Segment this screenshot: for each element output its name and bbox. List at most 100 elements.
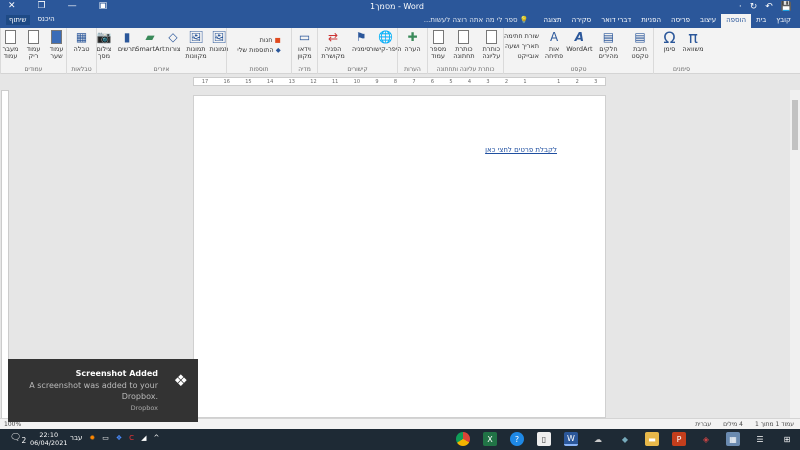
powerpoint-icon[interactable]: P bbox=[672, 432, 686, 446]
video-icon: ▭ bbox=[298, 29, 311, 44]
store-button[interactable]: ■ חנות bbox=[237, 36, 281, 44]
ruler-tick: 3 bbox=[486, 78, 490, 85]
ruler-tick: 8 bbox=[393, 78, 398, 85]
ruler-tick: 5 bbox=[449, 78, 453, 85]
tab-file[interactable]: קובץ bbox=[771, 14, 796, 28]
tell-me-search[interactable]: 💡 ספר לי מה אתה רוצה לעשות... bbox=[420, 14, 533, 28]
ribbon: עמוד שער עמוד ריק מעבר עמוד עמודים ▦ טבלה… bbox=[0, 28, 800, 74]
text-box-icon: ▤ bbox=[634, 29, 646, 44]
lightbulb-icon: 💡 bbox=[519, 16, 529, 24]
horizontal-ruler[interactable]: 3 2 1 1 2 3 4 5 6 7 8 9 10 11 12 13 14 15 16 17 bbox=[193, 77, 606, 86]
ruler-tick: 6 bbox=[430, 78, 435, 85]
tab-review[interactable]: סקירה bbox=[567, 14, 597, 28]
ruler-tick: 16 bbox=[223, 78, 230, 85]
store-icon: ■ bbox=[274, 36, 281, 44]
language-indicator[interactable]: עברית bbox=[695, 421, 711, 428]
qat-more-icon[interactable]: · bbox=[739, 2, 742, 12]
tab-insert[interactable]: הוספה bbox=[721, 14, 752, 28]
ruler-tick: 1 bbox=[523, 78, 527, 85]
ruler-tick: 3 bbox=[594, 78, 598, 85]
omega-icon: Ω bbox=[663, 27, 676, 47]
close-button[interactable]: ✕ bbox=[8, 1, 16, 11]
start-windows-icon[interactable]: ⊞ bbox=[780, 432, 794, 446]
avast-icon[interactable]: ✹ bbox=[89, 434, 95, 442]
ruler-tick: 11 bbox=[331, 78, 339, 85]
share-button[interactable]: שיתוף bbox=[6, 15, 30, 25]
group-media: ▭ וידאו מקוון מדיה bbox=[291, 28, 317, 74]
show-hidden-icons-icon[interactable]: ^ bbox=[153, 434, 159, 442]
online-picture-icon: 🖼 bbox=[188, 29, 204, 44]
addins-icon: ◆ bbox=[275, 46, 281, 54]
cloud-app-icon[interactable]: ☁ bbox=[591, 432, 605, 446]
word-count[interactable]: 4 מילים bbox=[723, 421, 743, 428]
quick-access-toolbar: · ↻ ↶ 💾 bbox=[739, 2, 792, 12]
group-symbols: π משוואה Ω סימן סימנים bbox=[653, 28, 709, 74]
minimize-button[interactable]: — bbox=[68, 1, 77, 11]
redo-icon[interactable]: ↻ bbox=[750, 2, 758, 12]
signature-line-button[interactable]: שורת חתימה bbox=[504, 32, 539, 40]
zoom-level[interactable]: 100% bbox=[4, 421, 21, 428]
my-addins-button[interactable]: ◆ התוספות שלי bbox=[237, 46, 281, 54]
clock[interactable]: 22:10 06/04/2021 bbox=[30, 431, 67, 447]
window-title: מסמך1 - Word bbox=[370, 2, 424, 11]
input-language[interactable]: עבר bbox=[70, 434, 82, 442]
ruler-tick: 2 bbox=[504, 78, 509, 85]
file-explorer-icon[interactable]: ▬ bbox=[645, 432, 659, 446]
document-page[interactable]: לקבלת פרטים לחצי כאן bbox=[193, 95, 606, 418]
notification-body: A screenshot was added to your Dropbox. bbox=[29, 381, 158, 401]
restore-button[interactable]: ❐ bbox=[38, 1, 46, 11]
page-count[interactable]: עמוד 1 מתוך 1 bbox=[755, 421, 794, 428]
task-view-icon[interactable]: ☰ bbox=[753, 432, 767, 446]
group-pages: עמוד שער עמוד ריק מעבר עמוד עמודים bbox=[0, 28, 66, 74]
ruler-tick: 10 bbox=[353, 78, 361, 85]
tab-mailings[interactable]: דברי דואר bbox=[596, 14, 636, 28]
quick-parts-icon: ▤ bbox=[602, 29, 615, 44]
dropbox-notification[interactable]: ❖ Screenshot Added A screenshot was adde… bbox=[8, 359, 198, 422]
ribbon-display-options-button[interactable]: ▣ bbox=[99, 1, 108, 11]
undo-icon[interactable]: ↶ bbox=[765, 2, 773, 12]
ruler-tick: 14 bbox=[266, 78, 274, 85]
pi-icon: π bbox=[688, 27, 698, 47]
network-icon[interactable]: ◢ bbox=[141, 434, 146, 442]
picture-icon: 🖼 bbox=[211, 29, 227, 44]
ruler-tick: 15 bbox=[245, 78, 252, 85]
tab-view[interactable]: תצוגה bbox=[539, 14, 567, 28]
drop-cap-icon: A bbox=[549, 29, 559, 44]
tab-design[interactable]: עיצוב bbox=[695, 14, 721, 28]
group-text: ▤ תיבת טקסט ▤ חלקים מהירים A WordArt A אות פ… bbox=[503, 28, 653, 74]
vertical-scrollbar[interactable] bbox=[790, 90, 800, 418]
ribbon-tabs-row: שיתוף היכנס קובץ בית הוספה עיצוב פריסה ה… bbox=[0, 14, 800, 28]
group-label: עמודים bbox=[24, 66, 43, 73]
ruler-tick: 1 bbox=[557, 78, 561, 85]
action-center-icon[interactable]: 🗨2 bbox=[10, 433, 26, 445]
document-hyperlink[interactable]: לקבלת פרטים לחצי כאן bbox=[485, 146, 557, 154]
help-app-icon[interactable]: ? bbox=[510, 432, 524, 446]
system-tray: עבר ✹ ▭ ❖ C ◢ ^ bbox=[70, 434, 159, 442]
tab-home[interactable]: בית bbox=[751, 14, 771, 28]
excel-icon[interactable]: X bbox=[483, 432, 497, 446]
scrollbar-thumb[interactable] bbox=[792, 100, 798, 150]
blank-document-icon[interactable]: ▯ bbox=[537, 432, 551, 446]
calculator-icon[interactable]: ▦ bbox=[726, 432, 740, 446]
word-taskbar-icon[interactable]: W bbox=[564, 432, 578, 446]
tab-layout[interactable]: פריסה bbox=[666, 14, 695, 28]
remote-app-icon[interactable]: ◈ bbox=[699, 432, 713, 446]
dropbox-icon: ❖ bbox=[173, 371, 188, 390]
notes-app-icon[interactable]: ◆ bbox=[618, 432, 632, 446]
chart-icon: ▮ bbox=[123, 29, 131, 44]
ruler-tick: 2 bbox=[575, 78, 579, 85]
tab-references[interactable]: הפניות bbox=[636, 14, 666, 28]
chrome-icon[interactable] bbox=[456, 432, 470, 446]
save-icon[interactable]: 💾 bbox=[781, 2, 792, 12]
dropbox-tray-icon[interactable]: ❖ bbox=[116, 434, 122, 442]
ruler-tick: 12 bbox=[310, 78, 317, 85]
battery-icon[interactable]: ▭ bbox=[102, 434, 109, 442]
group-illustrations: 🖼 תמונות 🖼 תמונות מקוונות ◇ צורות ▰ SmartArt… bbox=[96, 28, 229, 74]
camera-icon: 📷 bbox=[96, 29, 112, 44]
date-time-button[interactable]: תאריך ושעה bbox=[504, 42, 539, 50]
sign-in-link[interactable]: היכנס bbox=[38, 15, 55, 25]
object-button[interactable]: אובייקט bbox=[504, 52, 539, 60]
ccleaner-icon[interactable]: C bbox=[129, 434, 134, 442]
ruler-tick: 13 bbox=[288, 78, 295, 85]
smartart-icon: ▰ bbox=[145, 29, 155, 44]
